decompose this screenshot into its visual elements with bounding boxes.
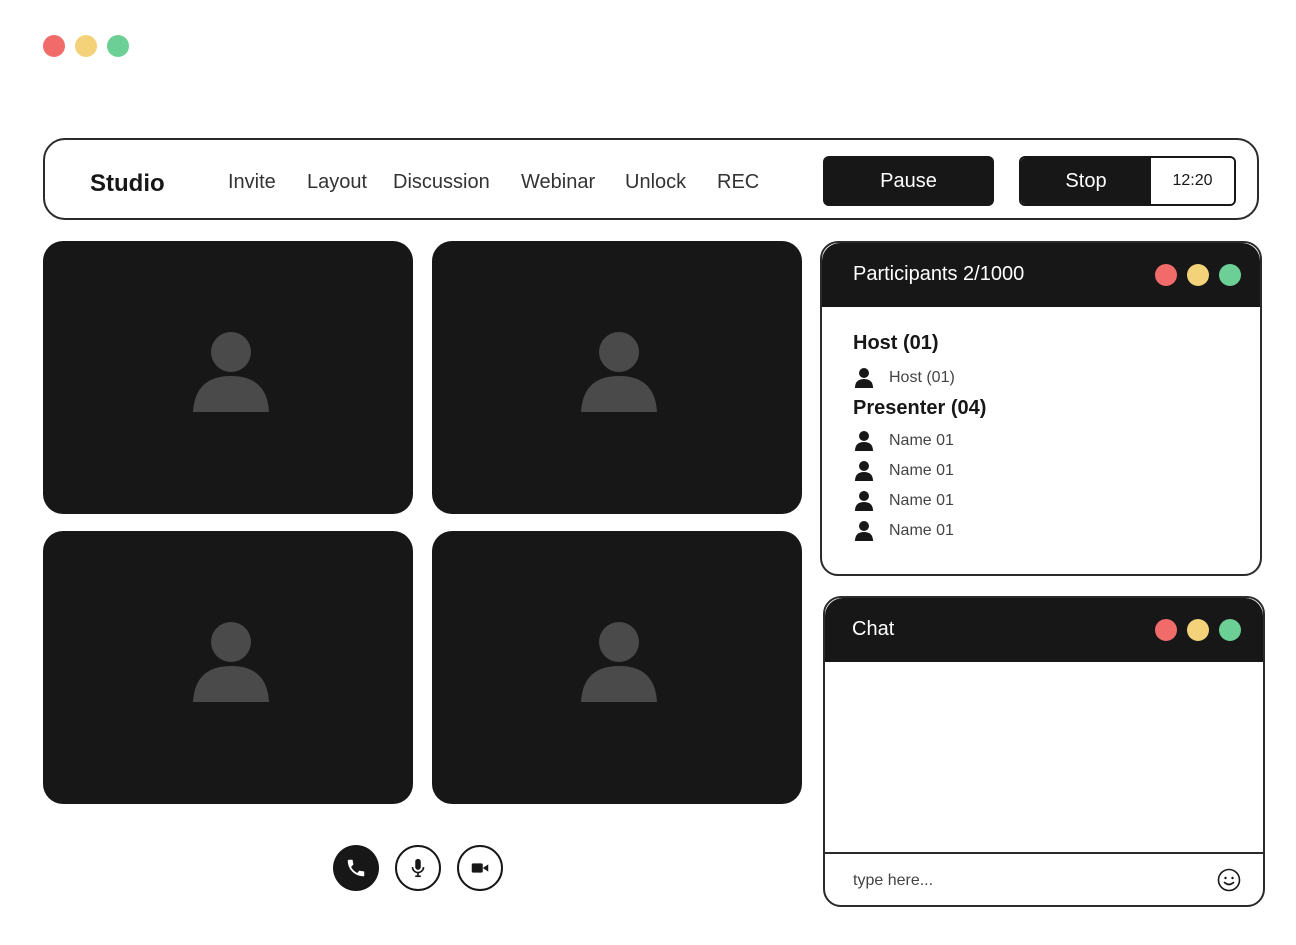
chat-header: Chat [825, 598, 1263, 662]
video-tile[interactable] [43, 531, 413, 804]
top-toolbar: Studio Invite Layout Discussion Webinar … [43, 138, 1259, 220]
nav-rec[interactable]: REC [717, 171, 759, 194]
video-tile[interactable] [43, 241, 413, 514]
nav-discussion[interactable]: Discussion [393, 171, 490, 194]
call-button[interactable] [333, 845, 379, 891]
stop-button[interactable]: Stop [1021, 158, 1151, 204]
participant-item[interactable]: Name 01 [853, 459, 954, 483]
nav-webinar[interactable]: Webinar [521, 171, 595, 194]
participant-name: Name 01 [889, 462, 954, 479]
participant-item[interactable]: Name 01 [853, 519, 954, 543]
microphone-button[interactable] [395, 845, 441, 891]
phone-icon [345, 857, 367, 879]
session-timer: 12:20 [1151, 158, 1234, 204]
participants-header: Participants 2/1000 [822, 243, 1260, 307]
host-group-title: Host (01) [853, 332, 939, 354]
chat-message-input[interactable] [851, 866, 1195, 896]
chat-input-row [825, 852, 1263, 905]
nav-layout[interactable]: Layout [307, 171, 367, 194]
nav-unlock[interactable]: Unlock [625, 171, 686, 194]
pause-button[interactable]: Pause [823, 156, 994, 206]
smiley-icon[interactable] [1217, 868, 1241, 892]
video-tile[interactable] [432, 531, 802, 804]
participant-name: Name 01 [889, 522, 954, 539]
person-icon [853, 520, 875, 542]
user-avatar-icon [193, 620, 269, 702]
close-window-button[interactable] [43, 35, 65, 57]
minimize-panel-button[interactable] [1187, 264, 1209, 286]
presenter-group-title: Presenter (04) [853, 397, 987, 419]
maximize-panel-button[interactable] [1219, 619, 1241, 641]
nav-invite[interactable]: Invite [228, 171, 276, 194]
user-avatar-icon [581, 330, 657, 412]
minimize-window-button[interactable] [75, 35, 97, 57]
stop-timer-group: Stop 12:20 [1019, 156, 1236, 206]
participants-panel: Participants 2/1000 Host (01) Host (01) … [820, 241, 1262, 576]
minimize-panel-button[interactable] [1187, 619, 1209, 641]
participant-name: Name 01 [889, 492, 954, 509]
participant-item[interactable]: Name 01 [853, 489, 954, 513]
participant-item[interactable]: Name 01 [853, 429, 954, 453]
chat-messages-area[interactable] [825, 662, 1263, 852]
person-icon [853, 490, 875, 512]
person-icon [853, 460, 875, 482]
participant-name: Name 01 [889, 432, 954, 449]
app-title: Studio [90, 170, 165, 197]
maximize-window-button[interactable] [107, 35, 129, 57]
participant-name: Host (01) [889, 369, 955, 386]
close-panel-button[interactable] [1155, 264, 1177, 286]
participant-item[interactable]: Host (01) [853, 366, 955, 390]
participants-title: Participants 2/1000 [853, 263, 1025, 285]
video-tile[interactable] [432, 241, 802, 514]
video-button[interactable] [457, 845, 503, 891]
person-icon [853, 367, 875, 389]
close-panel-button[interactable] [1155, 619, 1177, 641]
video-camera-icon [469, 857, 491, 879]
person-icon [853, 430, 875, 452]
chat-title: Chat [852, 618, 895, 640]
microphone-icon [407, 857, 429, 879]
chat-panel: Chat [823, 596, 1265, 907]
maximize-panel-button[interactable] [1219, 264, 1241, 286]
user-avatar-icon [193, 330, 269, 412]
user-avatar-icon [581, 620, 657, 702]
